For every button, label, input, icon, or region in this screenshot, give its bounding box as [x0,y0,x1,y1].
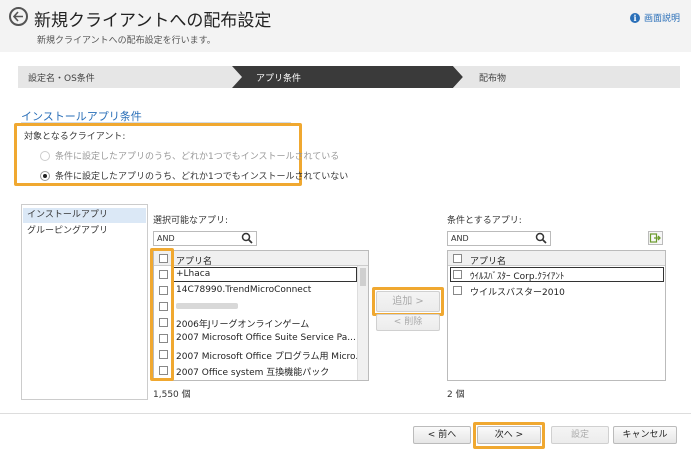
row-checkbox[interactable] [453,270,462,279]
selected-label: 条件とするアプリ: [447,216,522,226]
radio-not-installed-label: 条件に設定したアプリのうち、どれか1つでもインストールされていない [55,172,349,182]
table-row[interactable]: 2007 Microsoft Office Suite Service Pa..… [176,333,356,343]
category-item-grouping[interactable]: グルーピングアプリ [23,224,146,239]
search-icon[interactable] [241,232,253,244]
target-label: 対象となるクライアント: [24,132,126,142]
next-button[interactable]: 次へ > [477,426,541,444]
checkbox-column-highlight [150,248,174,381]
available-label: 選択可能なアプリ: [153,216,229,226]
scrollbar-thumb[interactable] [360,268,366,286]
available-app-list: アプリ名 +Lhaca 14C78990.TrendMicroConnect 2… [153,250,369,381]
selected-app-list: アプリ名 ｳｲﾙｽﾊﾞｽﾀｰ Corp.ｸﾗｲｱﾝﾄ ウイルスバスター2010 [447,250,666,381]
blurred-row[interactable] [176,303,238,309]
available-count: 1,550 個 [153,390,191,400]
info-icon: i [630,12,640,23]
select-all-checkbox[interactable] [453,254,462,263]
step-label-dist: 配布物 [479,74,507,84]
back-arrow-icon[interactable] [9,7,28,26]
step-label-app: アプリ条件 [256,74,302,84]
search-icon[interactable] [535,232,547,244]
row-checkbox[interactable] [453,286,462,295]
wizard-steps: 設定名・OS条件 アプリ条件 配布物 [18,66,680,88]
column-header-app-name: アプリ名 [470,257,507,267]
apply-button[interactable]: 設定 [551,426,609,444]
table-row[interactable]: 2007 Office system 互換機能パック [176,365,329,378]
remove-button[interactable]: < 削除 [376,314,440,331]
scrollbar[interactable] [357,266,368,380]
prev-button[interactable]: < 前へ [413,426,471,444]
table-row[interactable]: ｳｲﾙｽﾊﾞｽﾀｰ Corp.ｸﾗｲｱﾝﾄ [470,269,564,282]
page-title: 新規クライアントへの配布設定 [34,11,272,31]
column-header-app-name: アプリ名 [176,257,213,267]
page-subtitle: 新規クライアントへの配布設定を行います。 [37,36,216,46]
help-link[interactable]: i 画面説明 [630,11,680,24]
radio-button[interactable] [40,150,50,161]
table-row[interactable]: ウイルスバスター2010 [470,285,565,298]
add-button[interactable]: 追加 > [376,291,440,312]
footer-divider [0,413,691,414]
table-row[interactable]: +Lhaca [176,269,210,279]
radio-installed[interactable]: 条件に設定したアプリのうち、どれか1つでもインストールされている [40,149,339,162]
category-item-install[interactable]: インストールアプリ [23,208,146,223]
export-icon [649,233,661,243]
cancel-button[interactable]: キャンセル [613,426,677,444]
category-list: インストールアプリ グルーピングアプリ [21,204,148,400]
help-label: 画面説明 [644,14,681,24]
selected-count: 2 個 [447,390,465,400]
table-row[interactable]: 14C78990.TrendMicroConnect [176,285,311,295]
export-button[interactable] [648,231,663,245]
step-label-os: 設定名・OS条件 [28,74,95,84]
radio-installed-label: 条件に設定したアプリのうち、どれか1つでもインストールされている [55,152,340,162]
table-row[interactable]: 2006年Jリーグオンラインゲーム [176,317,309,330]
radio-button-selected[interactable] [40,170,50,181]
table-row[interactable]: 2007 Microsoft Office プログラム用 Micro... [176,349,364,362]
radio-not-installed[interactable]: 条件に設定したアプリのうち、どれか1つでもインストールされていない [40,169,348,182]
